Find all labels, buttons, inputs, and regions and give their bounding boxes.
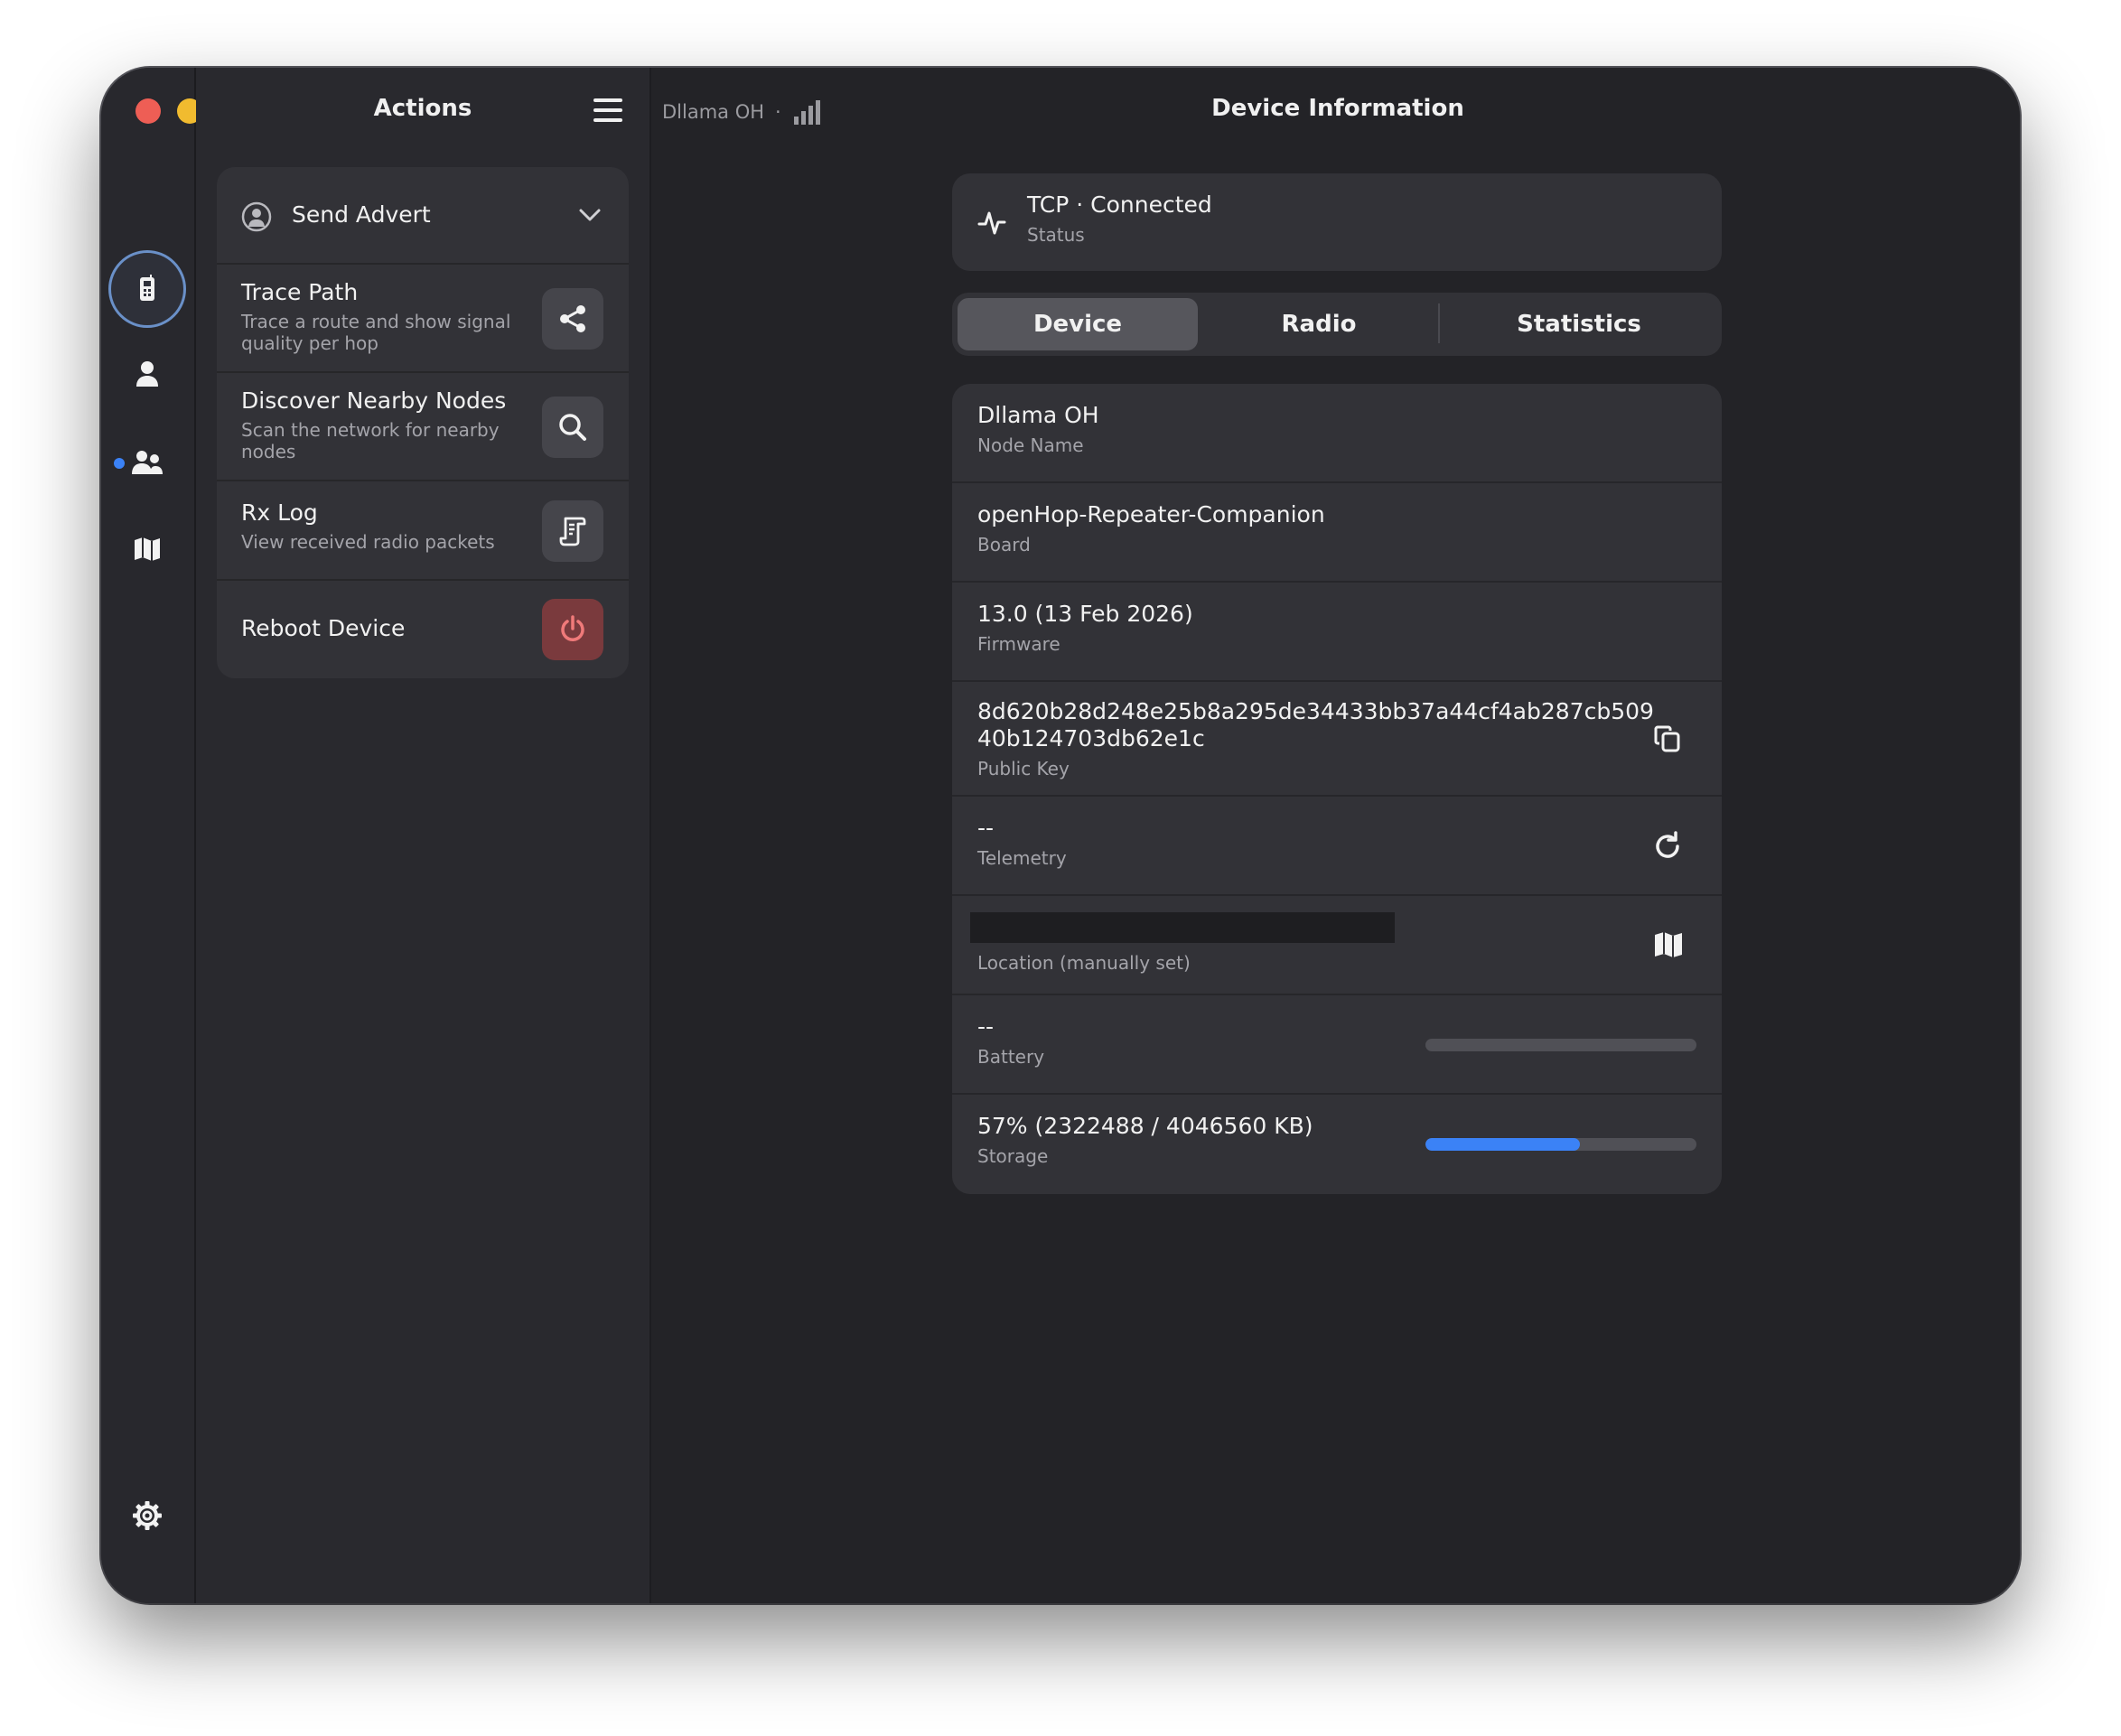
- tab-statistics[interactable]: Statistics: [1442, 298, 1716, 350]
- actions-title: Actions: [373, 95, 472, 122]
- map-icon: [135, 537, 160, 561]
- action-rx-log[interactable]: Rx Log View received radio packets: [217, 481, 629, 581]
- copy-icon[interactable]: [1653, 723, 1684, 754]
- action-subtitle: Trace a route and show signal quality pe…: [241, 311, 511, 354]
- tab-divider: [1438, 303, 1440, 343]
- public-key-value-line2: 40b124703db62e1c: [977, 725, 1205, 751]
- action-discover-nodes[interactable]: Discover Nearby Nodes Scan the network f…: [217, 373, 629, 481]
- broadcast-icon: [241, 201, 272, 232]
- main-content: Dllama OH · Device Information TCP · Con…: [651, 68, 2020, 1603]
- firmware-label: Firmware: [977, 633, 1060, 655]
- device-info-list: Dllama OH Node Name openHop-Repeater-Com…: [952, 384, 1722, 1194]
- info-row-node-name: Dllama OH Node Name: [952, 384, 1722, 483]
- page-title: Device Information: [1211, 95, 1464, 122]
- telemetry-value: --: [977, 815, 995, 841]
- location-value: [970, 912, 1395, 943]
- rail-item-channels[interactable]: [108, 424, 186, 501]
- connection-status: TCP · Connected Status: [952, 173, 1722, 271]
- firmware-value: 13.0 (13 Feb 2026): [977, 601, 1193, 627]
- discover-nodes-button[interactable]: [542, 397, 603, 458]
- storage-bar: [1425, 1138, 1696, 1151]
- segmented-tabs: Device Radio Statistics: [952, 293, 1722, 356]
- info-row-board: openHop-Repeater-Companion Board: [952, 483, 1722, 583]
- board-label: Board: [977, 534, 1031, 555]
- node-name-label: Node Name: [977, 434, 1084, 456]
- battery-bar: [1425, 1039, 1696, 1051]
- settings-button[interactable]: [108, 1477, 186, 1554]
- info-row-telemetry: -- Telemetry: [952, 797, 1722, 896]
- hamburger-icon[interactable]: [593, 98, 622, 124]
- search-icon: [559, 414, 586, 441]
- power-icon: [561, 615, 584, 641]
- node-name-value: Dllama OH: [977, 402, 1099, 428]
- action-title: Send Advert: [292, 201, 431, 228]
- info-row-location: Location (manually set): [952, 896, 1722, 995]
- gear-icon: [133, 1501, 162, 1530]
- action-reboot-device[interactable]: Reboot Device: [217, 581, 629, 678]
- app-window: Actions Send Advert Trace Path Trace a r…: [101, 68, 2020, 1603]
- chevron-down-icon[interactable]: [578, 207, 602, 223]
- share-icon: [560, 305, 585, 332]
- public-key-value-line1: 8d620b28d248e25b8a295de34433bb37a44cf4ab…: [977, 698, 1654, 724]
- status-value: TCP · Connected: [1027, 191, 1212, 218]
- board-value: openHop-Repeater-Companion: [977, 501, 1325, 527]
- info-row-firmware: 13.0 (13 Feb 2026) Firmware: [952, 583, 1722, 682]
- rail-item-map[interactable]: [108, 510, 186, 588]
- public-key-label: Public Key: [977, 758, 1070, 779]
- signal-bars-icon: [793, 100, 820, 125]
- action-title: Reboot Device: [241, 615, 406, 641]
- connected-node-indicator: Dllama OH ·: [662, 98, 821, 126]
- rail-item-device[interactable]: [108, 250, 186, 328]
- reboot-button[interactable]: [542, 599, 603, 660]
- location-label: Location (manually set): [977, 952, 1191, 974]
- rail-item-contacts[interactable]: [108, 335, 186, 413]
- activity-icon: [977, 211, 1006, 235]
- actions-list: Send Advert Trace Path Trace a route and…: [217, 167, 629, 678]
- trace-path-button[interactable]: [542, 288, 603, 350]
- actions-panel: Actions Send Advert Trace Path Trace a r…: [196, 68, 651, 1603]
- action-title: Trace Path: [241, 279, 359, 305]
- tab-radio[interactable]: Radio: [1203, 298, 1434, 350]
- map-icon[interactable]: [1653, 930, 1684, 959]
- rx-log-button[interactable]: [542, 500, 603, 562]
- storage-bar-fill: [1425, 1138, 1580, 1151]
- person-icon: [136, 361, 158, 387]
- log-icon: [559, 517, 586, 546]
- battery-value: --: [977, 1013, 995, 1040]
- device-icon: [140, 275, 154, 301]
- telemetry-label: Telemetry: [977, 847, 1067, 869]
- close-window-button[interactable]: [135, 98, 161, 124]
- nav-rail: [101, 68, 244, 1603]
- info-row-storage: 57% (2322488 / 4046560 KB) Storage: [952, 1095, 1722, 1194]
- action-title: Discover Nearby Nodes: [241, 387, 507, 414]
- action-title: Rx Log: [241, 499, 318, 526]
- refresh-icon[interactable]: [1651, 830, 1684, 863]
- status-label: Status: [1027, 224, 1085, 246]
- action-subtitle: Scan the network for nearby nodes: [241, 419, 500, 462]
- tab-device[interactable]: Device: [958, 298, 1198, 350]
- people-icon: [132, 451, 163, 474]
- info-row-public-key: 8d620b28d248e25b8a295de34433bb37a44cf4ab…: [952, 682, 1722, 797]
- action-trace-path[interactable]: Trace Path Trace a route and show signal…: [217, 265, 629, 373]
- header-node-name: Dllama OH: [662, 101, 765, 123]
- info-row-battery: -- Battery: [952, 995, 1722, 1095]
- header-separator: ·: [775, 101, 781, 123]
- action-send-advert[interactable]: Send Advert: [217, 167, 629, 265]
- storage-value: 57% (2322488 / 4046560 KB): [977, 1113, 1313, 1139]
- action-subtitle: View received radio packets: [241, 531, 495, 553]
